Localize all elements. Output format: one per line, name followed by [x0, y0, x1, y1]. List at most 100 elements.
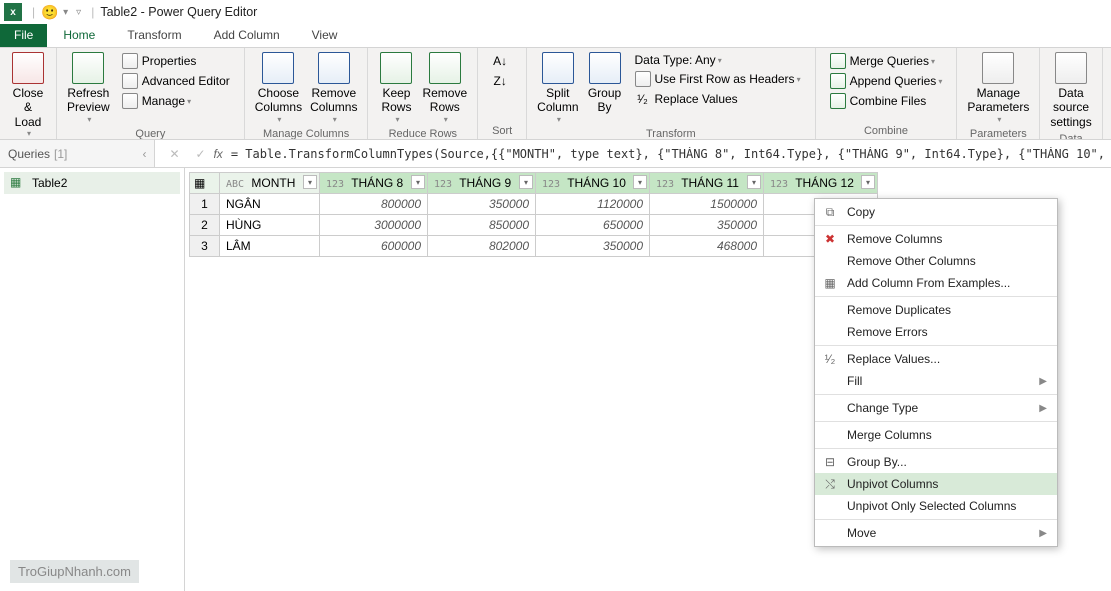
choose-columns-button[interactable]: Choose Columns ▾: [251, 50, 306, 126]
sort-desc-button[interactable]: Z↓: [488, 72, 516, 90]
cancel-formula-icon[interactable]: ✕: [164, 144, 184, 164]
merge-queries-button[interactable]: Merge Queries ▾: [826, 52, 947, 70]
properties-label: Properties: [142, 54, 197, 68]
menu-merge-columns[interactable]: Merge Columns: [815, 424, 1057, 446]
qat-overflow-icon[interactable]: ▿: [76, 7, 81, 18]
combine-files-button[interactable]: Combine Files: [826, 92, 947, 110]
column-header-thang10[interactable]: 123 THÁNG 10 ▾: [536, 173, 650, 194]
smiley-icon[interactable]: 🙂: [41, 3, 59, 21]
cell[interactable]: LÂM: [220, 236, 320, 257]
copy-icon: ⧉: [821, 203, 839, 221]
advanced-editor-button[interactable]: Advanced Editor: [118, 72, 234, 90]
keep-rows-button[interactable]: Keep Rows ▾: [374, 50, 418, 126]
tab-view[interactable]: View: [296, 24, 354, 47]
remove-columns-button[interactable]: Remove Columns ▾: [306, 50, 361, 126]
cell[interactable]: 350000: [428, 194, 536, 215]
menu-add-column-from-examples[interactable]: ▦ Add Column From Examples...: [815, 272, 1057, 294]
cell[interactable]: 350000: [536, 236, 650, 257]
refresh-icon: [72, 52, 104, 84]
cell[interactable]: 802000: [428, 236, 536, 257]
cell[interactable]: 3000000: [320, 215, 428, 236]
data-source-settings-button[interactable]: Data source settings: [1046, 50, 1095, 131]
menu-unpivot-columns[interactable]: ⤭ Unpivot Columns: [815, 473, 1057, 495]
remove-rows-button[interactable]: Remove Rows ▾: [418, 50, 471, 126]
manage-button[interactable]: Manage ▾: [118, 92, 234, 110]
column-header-thang9[interactable]: 123 THÁNG 9 ▾: [428, 173, 536, 194]
cell[interactable]: 350000: [650, 215, 764, 236]
menu-change-type[interactable]: Change Type ▶: [815, 397, 1057, 419]
formula-input[interactable]: = Table.TransformColumnTypes(Source,{{"M…: [231, 147, 1105, 161]
tab-file[interactable]: File: [0, 24, 47, 47]
cell[interactable]: 1120000: [536, 194, 650, 215]
cell[interactable]: 800000: [320, 194, 428, 215]
remove-columns-label: Remove Columns: [310, 86, 357, 115]
column-header-thang8[interactable]: 123 THÁNG 8 ▾: [320, 173, 428, 194]
menu-fill[interactable]: Fill ▶: [815, 370, 1057, 392]
collapse-panel-icon[interactable]: ‹: [142, 147, 146, 161]
menu-remove-errors[interactable]: Remove Errors: [815, 321, 1057, 343]
filter-button[interactable]: ▾: [747, 175, 761, 189]
refresh-preview-button[interactable]: Refresh Preview ▾: [63, 50, 114, 126]
menu-move[interactable]: Move ▶: [815, 522, 1057, 544]
cell[interactable]: HÙNG: [220, 215, 320, 236]
type-number-icon: 123: [326, 179, 344, 190]
cell[interactable]: NGÂN: [220, 194, 320, 215]
cell[interactable]: 850000: [428, 215, 536, 236]
manage-parameters-button[interactable]: Manage Parameters ▾: [963, 50, 1033, 126]
table-row[interactable]: 1 NGÂN 800000 350000 1120000 1500000: [190, 194, 878, 215]
accept-formula-icon[interactable]: ✓: [190, 144, 210, 164]
grid-corner-icon[interactable]: ▦: [190, 173, 220, 194]
table-row[interactable]: 2 HÙNG 3000000 850000 650000 350000: [190, 215, 878, 236]
sort-asc-button[interactable]: A↓: [488, 52, 516, 70]
append-queries-button[interactable]: Append Queries ▾: [826, 72, 947, 90]
data-type-button[interactable]: Data Type: Any ▾: [631, 52, 805, 68]
first-row-label: Use First Row as Headers: [655, 72, 795, 86]
menu-group-by[interactable]: ⊟ Group By...: [815, 451, 1057, 473]
table-row[interactable]: 3 LÂM 600000 802000 350000 468000: [190, 236, 878, 257]
column-header-thang11[interactable]: 123 THÁNG 11 ▾: [650, 173, 764, 194]
chevron-down-icon: ▾: [277, 115, 281, 125]
replace-values-icon: ¹⁄₂: [635, 91, 651, 107]
column-name: THÁNG 11: [681, 176, 739, 190]
split-column-button[interactable]: Split Column ▾: [533, 50, 582, 126]
column-name: MONTH: [251, 176, 295, 190]
cell[interactable]: 1500000: [650, 194, 764, 215]
properties-button[interactable]: Properties: [118, 52, 234, 70]
menu-remove-other-columns[interactable]: Remove Other Columns: [815, 250, 1057, 272]
watermark: TroGiupNhanh.com: [10, 560, 139, 583]
first-row-headers-button[interactable]: Use First Row as Headers ▾: [631, 70, 805, 88]
chevron-down-icon: ▾: [938, 77, 942, 86]
menu-remove-columns[interactable]: ✖ Remove Columns: [815, 228, 1057, 250]
filter-button[interactable]: ▾: [633, 175, 647, 189]
menu-label: Remove Columns: [847, 232, 942, 246]
group-by-icon: [589, 52, 621, 84]
menu-remove-duplicates[interactable]: Remove Duplicates: [815, 299, 1057, 321]
group-by-button[interactable]: Group By: [583, 50, 627, 117]
tab-transform[interactable]: Transform: [111, 24, 197, 47]
chevron-down-icon: ▾: [87, 115, 91, 125]
tab-home[interactable]: Home: [47, 24, 111, 47]
menu-unpivot-selected[interactable]: Unpivot Only Selected Columns: [815, 495, 1057, 517]
close-load-button[interactable]: Close & Load ▾: [6, 50, 50, 140]
tab-add-column[interactable]: Add Column: [198, 24, 296, 47]
query-item[interactable]: ▦ Table2: [4, 172, 180, 194]
column-header-month[interactable]: ABC MONTH ▾: [220, 173, 320, 194]
replace-values-label: Replace Values: [655, 92, 738, 106]
group-label-combine: Combine: [822, 123, 951, 139]
filter-button[interactable]: ▾: [303, 175, 317, 189]
filter-button[interactable]: ▾: [411, 175, 425, 189]
cell[interactable]: 468000: [650, 236, 764, 257]
menu-replace-values[interactable]: ¹⁄₂ Replace Values...: [815, 348, 1057, 370]
add-column-icon: ▦: [821, 274, 839, 292]
cell[interactable]: 650000: [536, 215, 650, 236]
column-header-thang12[interactable]: 123 THÁNG 12 ▾: [764, 173, 878, 194]
chevron-down-icon[interactable]: ▾: [63, 7, 68, 18]
filter-button[interactable]: ▾: [519, 175, 533, 189]
cell[interactable]: 600000: [320, 236, 428, 257]
append-label: Append Queries: [850, 74, 937, 88]
chevron-down-icon: ▾: [395, 115, 399, 125]
chevron-right-icon: ▶: [1039, 376, 1047, 387]
filter-button[interactable]: ▾: [861, 175, 875, 189]
menu-copy[interactable]: ⧉ Copy: [815, 201, 1057, 223]
replace-values-button[interactable]: ¹⁄₂ Replace Values: [631, 90, 805, 108]
